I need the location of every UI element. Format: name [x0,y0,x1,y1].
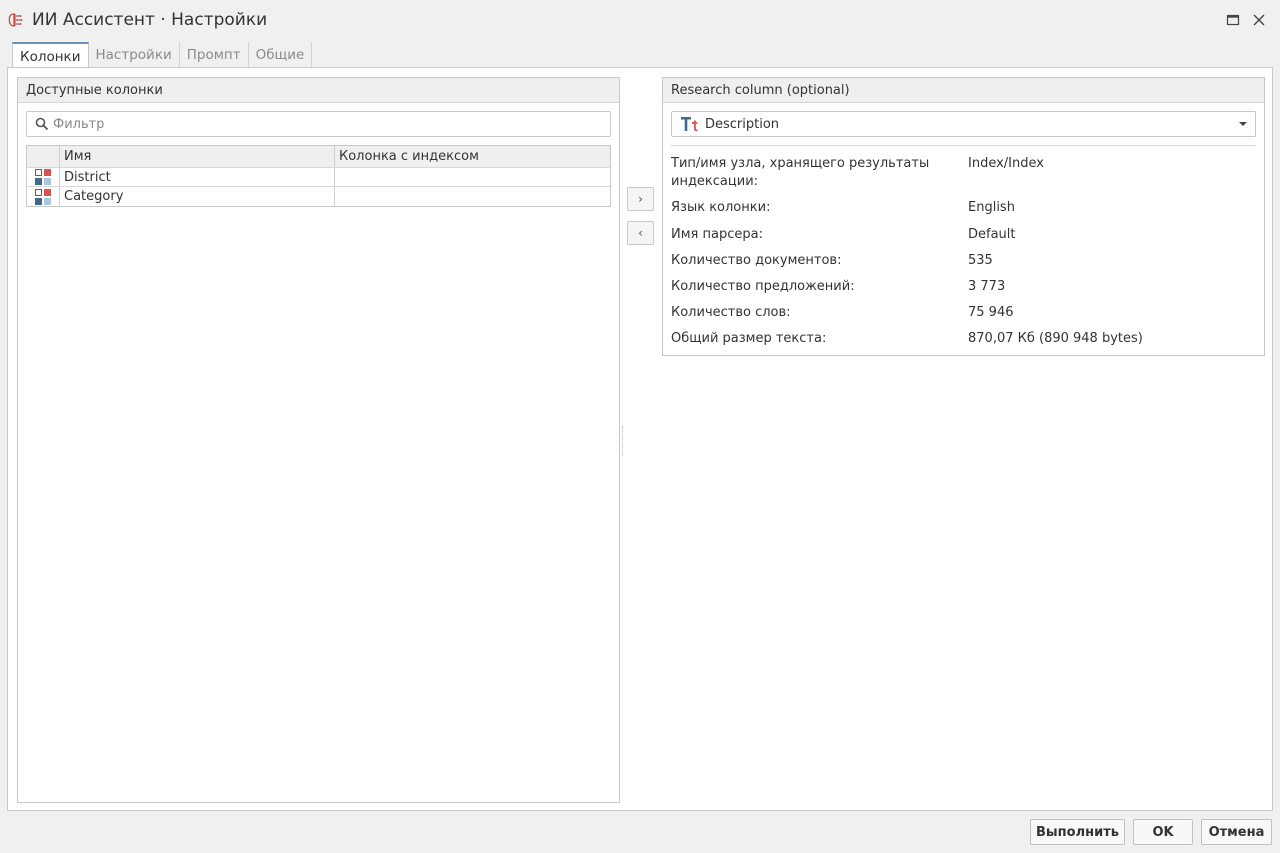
title-bar: ИИ Ассистент · Настройки [0,0,1280,40]
prop-label: Имя парсера: [671,227,763,242]
tab-settings[interactable]: Настройки [89,42,180,68]
selected-column: Description [705,116,780,132]
window-title: ИИ Ассистент · Настройки [32,10,268,30]
search-icon [35,117,49,131]
run-button[interactable]: Выполнить [1030,819,1125,845]
table-header: Имя Колонка с индексом [27,146,610,168]
move-right-button[interactable]: › [627,187,654,211]
prop-value: 75 946 [968,305,1014,320]
splitter-handle[interactable] [622,426,624,456]
filter-box [26,111,611,137]
category-column-icon [35,188,51,205]
row-index-column [335,168,610,186]
prop-value: English [968,200,1015,215]
prop-value: Index/Index [968,156,1044,171]
divider [671,145,1256,146]
text-column-icon [681,117,698,132]
research-column-select[interactable]: Description [671,111,1256,137]
available-columns-header: Доступные колонки [18,78,619,103]
row-name: District [60,168,335,186]
move-left-button[interactable]: ‹ [627,221,654,245]
tab-bar: Колонки Настройки Промпт Общие [12,42,313,69]
available-columns-panel: Доступные колонки Имя Колонка с индексом [17,77,620,803]
chevron-down-icon [1239,122,1247,126]
prop-label: Общий размер текста: [671,331,827,346]
columns-table: Имя Колонка с индексом District Category [26,145,611,207]
prop-label: Язык колонки: [671,200,771,215]
filter-input[interactable] [53,116,593,132]
ok-button[interactable]: OK [1133,819,1193,845]
cancel-button[interactable]: Отмена [1201,819,1272,845]
tab-prompt[interactable]: Промпт [180,42,249,68]
tab-general[interactable]: Общие [249,42,313,68]
prop-value: 870,07 Кб (890 948 bytes) [968,331,1143,346]
tab-columns[interactable]: Колонки [12,42,89,69]
tab-content: Доступные колонки Имя Колонка с индексом [7,67,1273,811]
table-row[interactable]: Category [27,187,610,206]
prop-label: Количество документов: [671,253,842,268]
row-index-column [335,187,610,206]
brain-icon [8,13,23,27]
prop-value: 3 773 [968,279,1006,294]
name-column-header[interactable]: Имя [60,146,335,167]
prop-value: 535 [968,253,993,268]
table-row[interactable]: District [27,168,610,187]
research-column-header: Research column (optional) [663,78,1264,103]
icon-column-header [27,146,60,167]
research-column-panel: Research column (optional) Description Т… [662,77,1265,356]
category-column-icon [35,169,51,185]
prop-label: Количество слов: [671,305,791,320]
prop-value: Default [968,227,1016,242]
prop-label: Тип/имя узла, хранящего результаты индек… [671,156,930,189]
prop-label: Количество предложений: [671,279,855,294]
row-name: Category [60,187,335,206]
close-icon[interactable] [1251,12,1267,28]
index-column-header[interactable]: Колонка с индексом [335,146,610,167]
maximize-icon[interactable] [1225,12,1241,28]
